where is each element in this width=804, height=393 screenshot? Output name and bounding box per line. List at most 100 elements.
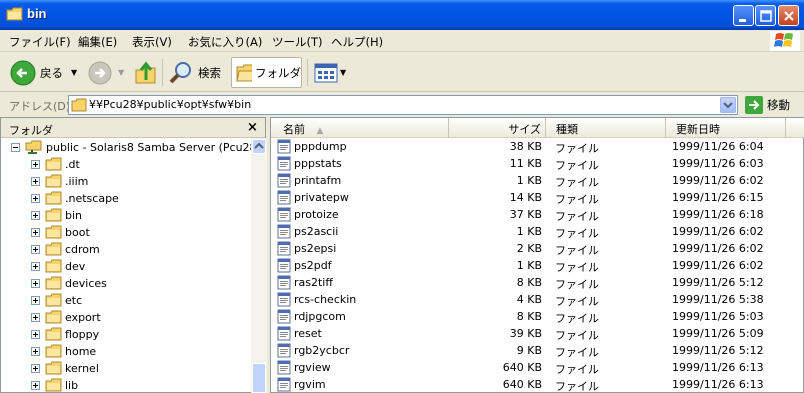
- file-type: ファイル: [555, 244, 599, 257]
- tree-item[interactable]: .dt: [1, 156, 251, 173]
- expand-icon[interactable]: [31, 160, 40, 169]
- tree-item[interactable]: devices: [1, 275, 251, 292]
- tree-item-label: home: [65, 345, 97, 358]
- file-name: ps2epsi: [294, 242, 337, 255]
- menu-edit[interactable]: 編集(E): [78, 34, 117, 50]
- folder-pane-close-icon[interactable]: ×: [247, 120, 258, 135]
- collapse-icon[interactable]: [11, 143, 20, 152]
- tree-item[interactable]: lib: [1, 377, 251, 393]
- folder-pane-header: フォルダ ×: [1, 118, 265, 138]
- expand-icon[interactable]: [31, 211, 40, 220]
- file-type: ファイル: [555, 210, 599, 223]
- file-icon: [277, 258, 291, 273]
- menu-tools[interactable]: ツール(T): [272, 34, 323, 50]
- column-type-header[interactable]: 種類: [546, 118, 666, 138]
- file-row[interactable]: pppstats 11 KB ファイル 1999/11/26 6:03: [271, 155, 804, 172]
- tree-item[interactable]: dev: [1, 258, 251, 275]
- file-name: rgvim: [294, 378, 326, 391]
- forward-button[interactable]: ▼: [88, 57, 124, 88]
- folder-icon: [45, 310, 62, 324]
- file-icon: [277, 241, 291, 256]
- tree-item[interactable]: boot: [1, 224, 251, 241]
- chevron-down-icon: [723, 102, 733, 109]
- folder-icon: [45, 157, 62, 171]
- menu-file[interactable]: ファイル(F): [9, 34, 71, 50]
- file-type: ファイル: [555, 380, 599, 393]
- file-icon: [277, 292, 291, 307]
- file-row[interactable]: reset 39 KB ファイル 1999/11/26 5:09: [271, 325, 804, 342]
- search-button[interactable]: 検索: [168, 57, 221, 88]
- tree-item[interactable]: export: [1, 309, 251, 326]
- file-row[interactable]: ps2ascii 1 KB ファイル 1999/11/26 6:02: [271, 223, 804, 240]
- expand-icon[interactable]: [31, 177, 40, 186]
- file-row[interactable]: ps2epsi 2 KB ファイル 1999/11/26 6:02: [271, 240, 804, 257]
- views-button[interactable]: ▼: [314, 57, 346, 88]
- expand-icon[interactable]: [31, 262, 40, 271]
- maximize-button[interactable]: [755, 5, 776, 26]
- tree-item[interactable]: floppy: [1, 326, 251, 343]
- address-label: アドレス(D): [9, 100, 71, 113]
- address-dropdown-button[interactable]: [720, 97, 736, 113]
- expand-icon[interactable]: [31, 347, 40, 356]
- expand-icon[interactable]: [31, 279, 40, 288]
- expand-icon[interactable]: [31, 228, 40, 237]
- menu-view[interactable]: 表示(V): [132, 34, 172, 50]
- tree-item[interactable]: .netscape: [1, 190, 251, 207]
- tree-item[interactable]: home: [1, 343, 251, 360]
- column-size-header[interactable]: サイズ: [449, 118, 546, 138]
- expand-icon[interactable]: [31, 364, 40, 373]
- expand-icon[interactable]: [31, 194, 40, 203]
- file-row[interactable]: pppdump 38 KB ファイル 1999/11/26 6:04: [271, 138, 804, 155]
- scroll-thumb[interactable]: [252, 363, 266, 393]
- title-bar[interactable]: bin: [0, 0, 804, 30]
- close-button[interactable]: [778, 5, 799, 26]
- folders-button[interactable]: フォルダ: [231, 57, 302, 88]
- tree-item[interactable]: cdrom: [1, 241, 251, 258]
- file-row[interactable]: rdjpgcom 8 KB ファイル 1999/11/26 5:03: [271, 308, 804, 325]
- file-row[interactable]: rgb2ycbcr 9 KB ファイル 1999/11/26 5:12: [271, 342, 804, 359]
- tree-item-root[interactable]: public - Solaris8 Samba Server (Pcu28): [1, 139, 251, 156]
- column-modified-header[interactable]: 更新日時: [666, 118, 786, 138]
- file-modified: 1999/11/26 6:02: [672, 242, 764, 255]
- folder-icon: [45, 344, 62, 358]
- file-row[interactable]: printafm 1 KB ファイル 1999/11/26 6:02: [271, 172, 804, 189]
- tree-item[interactable]: etc: [1, 292, 251, 309]
- file-row[interactable]: rgvim 640 KB ファイル 1999/11/26 6:13: [271, 376, 804, 393]
- up-folder-button[interactable]: [134, 57, 158, 88]
- menu-help[interactable]: ヘルプ(H): [331, 34, 383, 50]
- column-modified-label: 更新日時: [676, 123, 720, 136]
- file-row[interactable]: ps2pdf 1 KB ファイル 1999/11/26 6:02: [271, 257, 804, 274]
- file-row[interactable]: rgview 640 KB ファイル 1999/11/26 6:13: [271, 359, 804, 376]
- folders-icon: [236, 64, 252, 81]
- address-input[interactable]: ¥¥Pcu28¥public¥opt¥sfw¥bin: [68, 95, 738, 115]
- folder-icon: [45, 225, 62, 239]
- go-button[interactable]: 移動: [745, 96, 790, 114]
- file-row[interactable]: ras2tiff 8 KB ファイル 1999/11/26 5:12: [271, 274, 804, 291]
- forward-dropdown-icon[interactable]: ▼: [118, 68, 124, 77]
- file-modified: 1999/11/26 5:38: [672, 293, 764, 306]
- folder-tree-scrollbar[interactable]: [251, 138, 267, 393]
- back-dropdown-icon[interactable]: ▼: [71, 68, 77, 77]
- file-name: pppstats: [294, 157, 342, 170]
- tree-item[interactable]: .iiim: [1, 173, 251, 190]
- file-row[interactable]: privatepw 14 KB ファイル 1999/11/26 6:15: [271, 189, 804, 206]
- expand-icon[interactable]: [31, 381, 40, 390]
- views-dropdown-icon[interactable]: ▼: [340, 68, 346, 77]
- tree-item[interactable]: kernel: [1, 360, 251, 377]
- expand-icon[interactable]: [31, 296, 40, 305]
- scroll-up-button[interactable]: [252, 139, 266, 154]
- column-name-header[interactable]: 名前 ▲: [271, 118, 449, 138]
- file-row[interactable]: protoize 37 KB ファイル 1999/11/26 6:18: [271, 206, 804, 223]
- expand-icon[interactable]: [31, 330, 40, 339]
- tree-item[interactable]: bin: [1, 207, 251, 224]
- tree-item-label: kernel: [65, 362, 99, 375]
- search-label: 検索: [198, 65, 221, 80]
- minimize-button[interactable]: [733, 5, 754, 26]
- menu-favorites[interactable]: お気に入り(A): [188, 34, 262, 50]
- file-type: ファイル: [555, 312, 599, 325]
- back-button[interactable]: 戻る ▼: [10, 57, 77, 88]
- expand-icon[interactable]: [31, 313, 40, 322]
- file-modified: 1999/11/26 6:03: [672, 157, 764, 170]
- file-row[interactable]: rcs-checkin 4 KB ファイル 1999/11/26 5:38: [271, 291, 804, 308]
- expand-icon[interactable]: [31, 245, 40, 254]
